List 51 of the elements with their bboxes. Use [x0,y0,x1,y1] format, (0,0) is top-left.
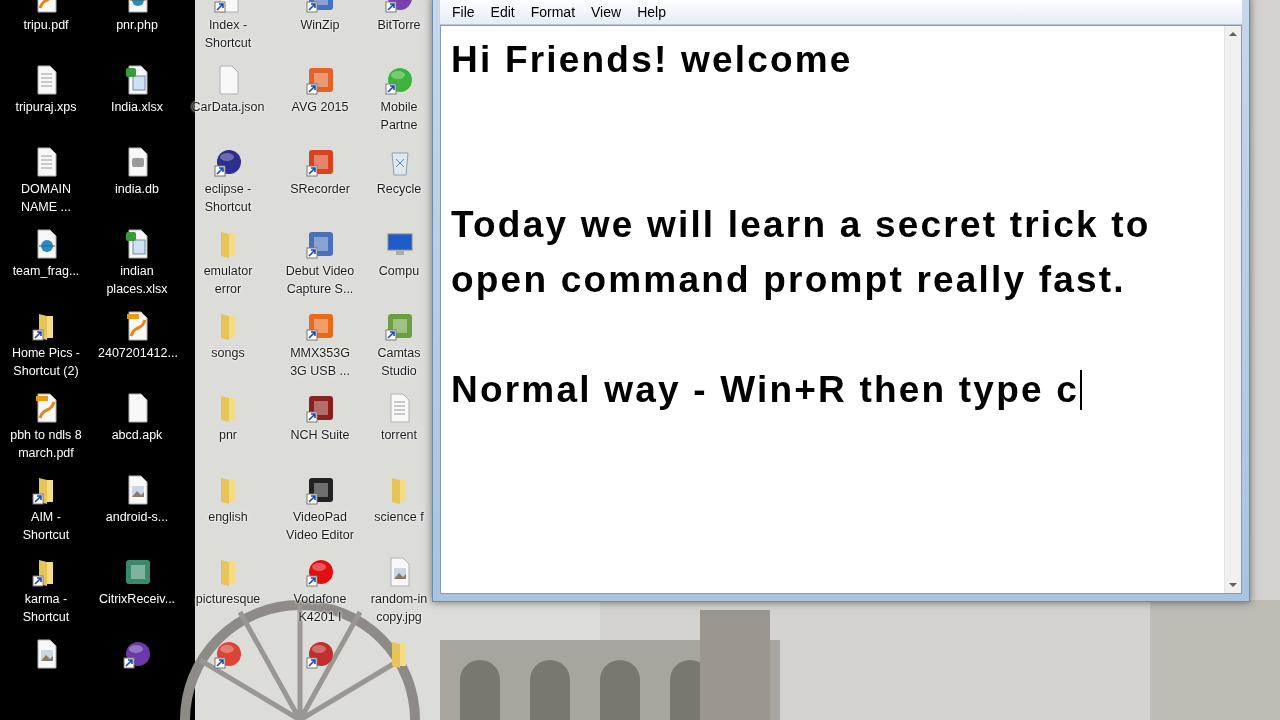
desktop-icon-label[interactable]: pbh to ndls 8 march.pdf [7,426,85,462]
desktop-icon-label[interactable]: BitTorre [377,16,421,34]
desktop-icon-label[interactable]: Recycle [376,180,422,198]
scrollbar[interactable] [1224,26,1241,593]
desktop-icon-label[interactable]: pnr.php [116,16,158,34]
desktop-icon-label[interactable]: AIM - Shortcut [7,508,85,544]
desktop-icon-label[interactable]: SRecorder [290,180,350,198]
text-cursor [1080,369,1082,410]
desktop-icon-label[interactable]: Vodafone K4201 I [281,590,359,626]
menu-item[interactable]: Edit [482,2,523,22]
text-line: Normal way - Win+R then type c [451,368,1079,412]
desktop-icon-label[interactable]: VideoPad Video Editor [281,508,359,544]
desktop-icon-label[interactable]: Index - Shortcut [189,16,267,52]
desktop-icon-label[interactable]: abcd.apk [111,426,163,444]
desktop-icon-label[interactable]: CitrixReceiv... [98,590,176,608]
desktop-icon-label[interactable]: Compu [378,262,420,280]
menu-item[interactable]: File [444,2,483,22]
text-line: open command prompt really fast. [451,259,1126,300]
desktop-icon-label[interactable]: karma - Shortcut [7,590,85,626]
text-editor[interactable]: Hi Friends! welcome Today we will learn a secret trick to open command prompt really fast. Normal way - Win+R then type c [440,25,1242,594]
desktop-icon-label[interactable]: Home Pics - Shortcut (2) [7,344,85,380]
desktop-icon-label[interactable]: eclipse - Shortcut [189,180,267,216]
desktop-icon-label[interactable]: india.db [115,180,159,198]
desktop-icon-label[interactable]: team_frag... [12,262,80,280]
desktop-icon-label[interactable]: 2407201412... [98,344,176,362]
desktop-icon-label[interactable]: Camtas Studio [366,344,432,380]
desktop-icon-label[interactable]: MMX353G 3G USB ... [281,344,359,380]
desktop-icon-label[interactable]: android-s... [105,508,169,526]
desktop-icon-label[interactable]: torrent [380,426,418,444]
desktop-icon-label[interactable]: tripuraj.xps [15,98,77,116]
menu-item[interactable]: Help [629,2,674,22]
desktop-icon-label[interactable]: pnr [218,426,238,444]
desktop-icon-label[interactable]: songs [211,344,245,362]
desktop-icon-label[interactable]: India.xlsx [110,98,164,116]
menu-item[interactable]: View [583,2,630,22]
desktop-icon-label[interactable]: tripu.pdf [23,16,69,34]
desktop-icon-label[interactable]: WinZip [300,16,340,34]
menu-item[interactable]: Format [522,2,584,22]
desktop-icon-label[interactable]: DOMAIN NAME ... [7,180,85,216]
desktop-icon-label[interactable]: NCH Suite [290,426,350,444]
desktop-icon-label[interactable]: picturesque [195,590,261,608]
text-line: Hi Friends! welcome [451,39,853,80]
desktop-icon-label[interactable]: random-in copy.jpg [366,590,432,626]
desktop-icon-label[interactable]: Debut Video Capture S... [281,262,359,298]
text-line: Today we will learn a secret trick to [451,204,1151,245]
desktop-icon-label[interactable]: indian places.xlsx [98,262,176,298]
desktop-icon-label[interactable]: emulator error [189,262,267,298]
desktop-icon-label[interactable]: english [208,508,248,526]
desktop-icon-label[interactable]: AVG 2015 [291,98,349,116]
desktop-icon-label[interactable]: Mobile Partne [366,98,432,134]
desktop-icon-label[interactable]: science f [374,508,424,526]
